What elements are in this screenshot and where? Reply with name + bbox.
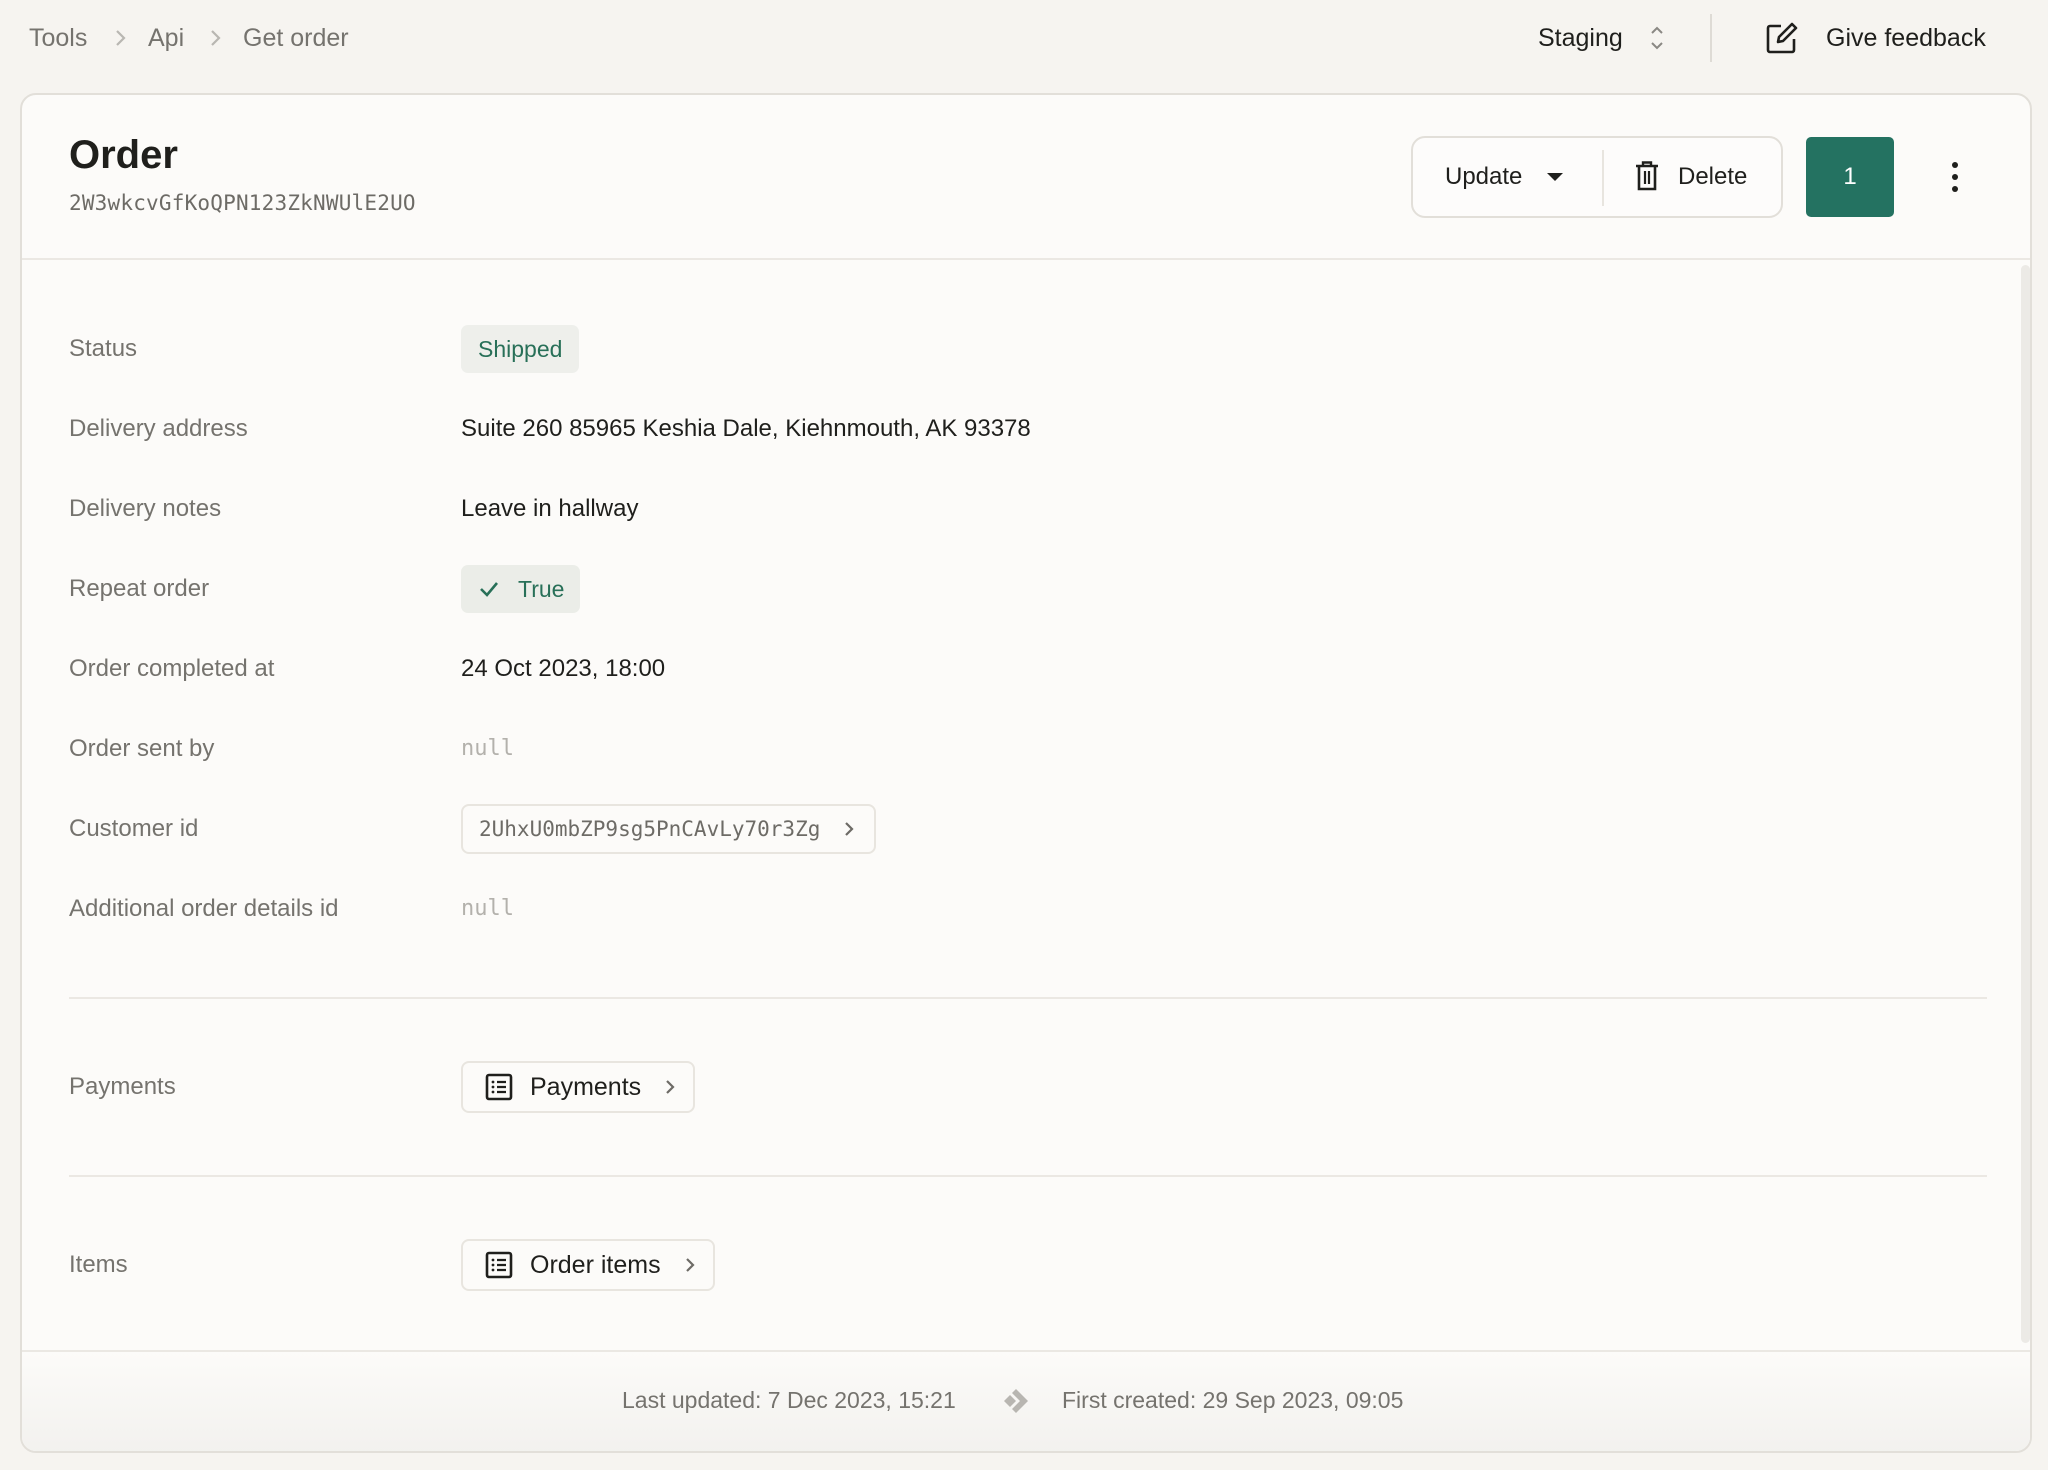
more-options-icon[interactable] bbox=[1942, 155, 1968, 199]
field-label: Delivery address bbox=[69, 415, 248, 442]
breadcrumb-get-order: Get order bbox=[243, 24, 349, 52]
field-label: Order completed at bbox=[69, 655, 275, 682]
null-value: null bbox=[461, 736, 514, 761]
checkmark-icon bbox=[480, 582, 498, 597]
payments-label: Payments bbox=[530, 1072, 642, 1101]
last-updated: Last updated: 7 Dec 2023, 15:21 bbox=[622, 1387, 956, 1413]
chevron-right-icon bbox=[845, 822, 854, 836]
field-label: Status bbox=[69, 335, 138, 362]
update-button[interactable]: Update bbox=[1413, 138, 1603, 216]
field-label: Delivery notes bbox=[69, 495, 222, 522]
chevron-right-icon bbox=[685, 1258, 695, 1272]
chevron-up-down-icon[interactable] bbox=[1648, 22, 1666, 54]
action-button-group: Update Delete bbox=[1411, 136, 1783, 218]
repeat-order-badge: True bbox=[461, 565, 581, 613]
payments-button[interactable]: Payments bbox=[461, 1061, 696, 1113]
order-card: Order 2W3wkcvGfKoQPN123ZkNWUlE2UO Update… bbox=[20, 93, 2032, 1453]
give-feedback-button[interactable]: Give feedback bbox=[1826, 22, 1986, 54]
relation-label: Payments bbox=[69, 1073, 176, 1100]
breadcrumb-tools[interactable]: Tools bbox=[29, 22, 87, 54]
caret-down-icon bbox=[1547, 173, 1563, 181]
list-icon bbox=[485, 1073, 513, 1101]
customer-id-link[interactable]: 2UhxU0mbZP9sg5PnCAvLy70r3Zg bbox=[461, 804, 877, 854]
timeline-arrow-icon bbox=[1004, 1389, 1028, 1413]
delivery-notes-value: Leave in hallway bbox=[461, 495, 639, 522]
chevron-right-icon bbox=[211, 30, 221, 46]
card-footer: Last updated: 7 Dec 2023, 15:21 First cr… bbox=[22, 1350, 2030, 1451]
page-title: Order bbox=[69, 133, 178, 177]
chevron-right-icon bbox=[116, 30, 126, 46]
trash-icon bbox=[1636, 161, 1658, 191]
list-icon bbox=[485, 1251, 513, 1279]
section-divider bbox=[69, 1175, 1987, 1177]
boolean-value: True bbox=[518, 576, 565, 602]
breadcrumb-api[interactable]: Api bbox=[148, 22, 184, 54]
order-id: 2W3wkcvGfKoQPN123ZkNWUlE2UO bbox=[69, 191, 416, 215]
field-label: Additional order details id bbox=[69, 895, 339, 922]
field-label: Customer id bbox=[69, 815, 199, 842]
counter-button[interactable]: 1 bbox=[1806, 137, 1894, 217]
order-completed-value: 24 Oct 2023, 18:00 bbox=[461, 655, 666, 682]
environment-selector[interactable]: Staging bbox=[1538, 22, 1623, 54]
customer-id-value: 2UhxU0mbZP9sg5PnCAvLy70r3Zg bbox=[479, 817, 821, 841]
top-bar: Tools Api Get order Staging Give feedbac… bbox=[0, 0, 2048, 78]
delivery-address-value: Suite 260 85965 Keshia Dale, Kiehnmouth,… bbox=[461, 415, 1031, 442]
first-created: First created: 29 Sep 2023, 09:05 bbox=[1062, 1387, 1404, 1413]
card-header: Order 2W3wkcvGfKoQPN123ZkNWUlE2UO Update… bbox=[22, 95, 2030, 260]
field-label: Repeat order bbox=[69, 575, 210, 602]
null-value: null bbox=[461, 896, 514, 921]
update-label: Update bbox=[1445, 163, 1523, 190]
field-label: Order sent by bbox=[69, 735, 215, 762]
edit-feedback-icon[interactable] bbox=[1764, 20, 1800, 56]
scrollbar[interactable] bbox=[2021, 265, 2030, 1343]
delete-button[interactable]: Delete bbox=[1604, 138, 1783, 216]
relation-label: Items bbox=[69, 1251, 128, 1278]
status-badge: Shipped bbox=[461, 325, 580, 373]
order-items-label: Order items bbox=[530, 1250, 661, 1279]
delete-label: Delete bbox=[1678, 163, 1748, 190]
section-divider bbox=[69, 997, 1987, 999]
topbar-divider bbox=[1710, 14, 1712, 62]
order-items-button[interactable]: Order items bbox=[461, 1239, 715, 1291]
chevron-right-icon bbox=[666, 1080, 675, 1094]
